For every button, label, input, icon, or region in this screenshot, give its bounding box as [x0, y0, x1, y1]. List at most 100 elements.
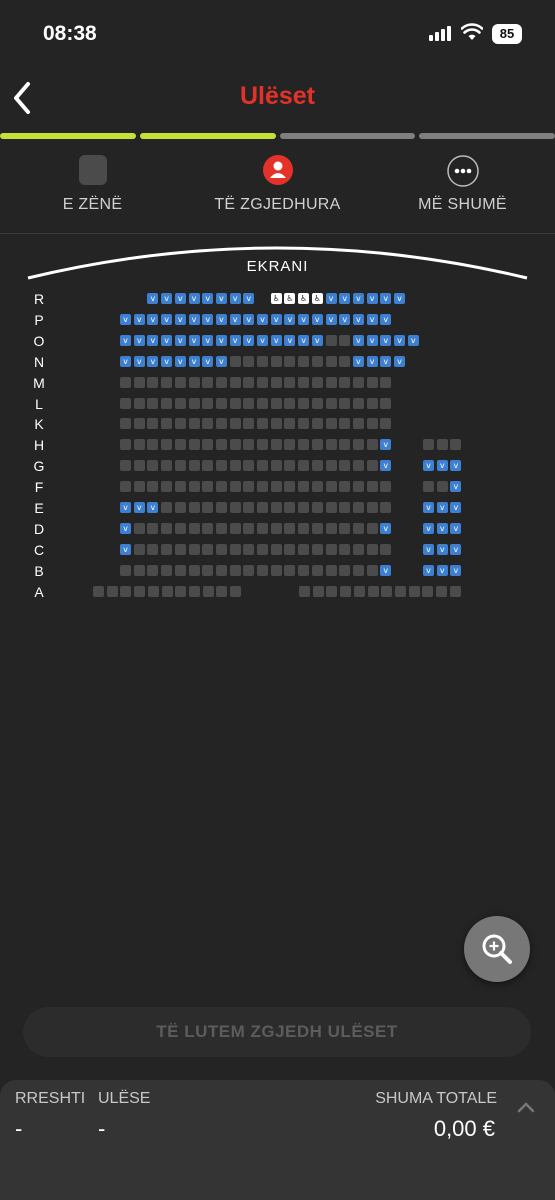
available-seat[interactable]: v — [161, 313, 173, 325]
available-seat[interactable]: v — [380, 293, 392, 304]
available-seat[interactable]: v — [229, 313, 241, 325]
available-seat[interactable]: v — [380, 355, 392, 367]
available-seat[interactable]: v — [436, 564, 448, 576]
available-seat[interactable]: v — [147, 293, 159, 304]
available-seat[interactable]: v — [407, 334, 419, 346]
available-seat[interactable]: v — [270, 334, 282, 346]
available-seat[interactable]: v — [298, 334, 310, 346]
available-seat[interactable]: v — [215, 293, 227, 304]
available-seat[interactable]: v — [423, 543, 434, 555]
available-seat[interactable]: v — [202, 313, 214, 325]
available-seat[interactable]: v — [339, 293, 351, 304]
available-seat[interactable]: v — [243, 313, 255, 325]
available-seat[interactable]: v — [188, 334, 200, 346]
available-seat[interactable]: v — [366, 313, 378, 325]
wheelchair-seat[interactable]: ♿ — [284, 293, 296, 304]
available-seat[interactable]: v — [133, 334, 145, 346]
available-seat[interactable]: v — [339, 313, 351, 325]
available-seat[interactable]: v — [352, 293, 364, 304]
available-seat[interactable]: v — [423, 522, 434, 534]
available-seat[interactable]: v — [311, 313, 323, 325]
available-seat[interactable]: v — [423, 502, 434, 513]
available-seat[interactable]: v — [380, 439, 392, 451]
available-seat[interactable]: v — [423, 460, 434, 472]
available-seat[interactable]: v — [257, 313, 268, 325]
available-seat[interactable]: v — [436, 522, 448, 534]
available-seat[interactable]: v — [450, 460, 462, 472]
available-seat[interactable]: v — [174, 293, 186, 304]
select-seats-button[interactable]: TË LUTEM ZGJEDH ULËSET — [23, 1007, 531, 1057]
available-seat[interactable]: v — [380, 522, 392, 534]
available-seat[interactable]: v — [147, 334, 159, 346]
available-seat[interactable]: v — [243, 334, 255, 346]
available-seat[interactable]: v — [284, 334, 296, 346]
available-seat[interactable]: v — [284, 313, 296, 325]
legend-more-label[interactable]: MË SHUMË — [370, 196, 555, 214]
available-seat[interactable]: v — [202, 334, 214, 346]
available-seat[interactable]: v — [366, 293, 378, 304]
available-seat[interactable]: v — [311, 334, 323, 346]
available-seat[interactable]: v — [450, 564, 462, 576]
available-seat[interactable]: v — [380, 564, 392, 576]
available-seat[interactable]: v — [450, 481, 462, 493]
available-seat[interactable]: v — [174, 355, 186, 367]
available-seat[interactable]: v — [423, 564, 434, 576]
available-seat[interactable]: v — [298, 313, 310, 325]
available-seat[interactable]: v — [436, 543, 448, 555]
available-seat[interactable]: v — [366, 355, 378, 367]
zoom-button[interactable] — [464, 916, 530, 982]
available-seat[interactable]: v — [188, 355, 200, 367]
available-seat[interactable]: v — [380, 334, 392, 346]
available-seat[interactable]: v — [120, 522, 131, 534]
available-seat[interactable]: v — [270, 313, 282, 325]
available-seat[interactable]: v — [450, 522, 462, 534]
available-seat[interactable]: v — [325, 293, 337, 304]
available-seat[interactable]: v — [147, 313, 159, 325]
available-seat[interactable]: v — [202, 293, 214, 304]
available-seat[interactable]: v — [229, 293, 241, 304]
available-seat[interactable]: v — [120, 543, 131, 555]
available-seat[interactable]: v — [161, 293, 173, 304]
available-seat[interactable]: v — [380, 313, 392, 325]
available-seat[interactable]: v — [229, 334, 241, 346]
available-seat[interactable]: v — [394, 355, 405, 367]
available-seat[interactable]: v — [120, 502, 131, 513]
available-seat[interactable]: v — [380, 460, 392, 472]
available-seat[interactable]: v — [352, 355, 364, 367]
wheelchair-seat[interactable]: ♿ — [298, 293, 310, 304]
available-seat[interactable]: v — [436, 460, 448, 472]
available-seat[interactable]: v — [161, 334, 173, 346]
available-seat[interactable]: v — [133, 502, 145, 513]
more-dots-icon[interactable] — [446, 155, 479, 187]
available-seat[interactable]: v — [120, 355, 131, 367]
available-seat[interactable]: v — [243, 293, 255, 304]
available-seat[interactable]: v — [450, 543, 462, 555]
available-seat[interactable]: v — [161, 355, 173, 367]
available-seat[interactable]: v — [215, 355, 227, 367]
available-seat[interactable]: v — [394, 293, 405, 304]
available-seat[interactable]: v — [436, 502, 448, 513]
wheelchair-seat[interactable]: ♿ — [270, 293, 282, 304]
chevron-up-icon[interactable] — [515, 1100, 537, 1114]
available-seat[interactable]: v — [394, 334, 405, 346]
available-seat[interactable]: v — [188, 293, 200, 304]
available-seat[interactable]: v — [147, 355, 159, 367]
available-seat[interactable]: v — [450, 502, 462, 513]
available-seat[interactable]: v — [352, 313, 364, 325]
available-seat[interactable]: v — [174, 313, 186, 325]
available-seat[interactable]: v — [325, 313, 337, 325]
available-seat[interactable]: v — [257, 334, 268, 346]
available-seat[interactable]: v — [215, 334, 227, 346]
available-seat[interactable]: v — [215, 313, 227, 325]
available-seat[interactable]: v — [120, 334, 131, 346]
wheelchair-seat[interactable]: ♿ — [311, 293, 323, 304]
available-seat[interactable]: v — [188, 313, 200, 325]
available-seat[interactable]: v — [120, 313, 131, 325]
available-seat[interactable]: v — [147, 502, 159, 513]
available-seat[interactable]: v — [202, 355, 214, 367]
available-seat[interactable]: v — [366, 334, 378, 346]
available-seat[interactable]: v — [133, 313, 145, 325]
available-seat[interactable]: v — [133, 355, 145, 367]
available-seat[interactable]: v — [174, 334, 186, 346]
available-seat[interactable]: v — [352, 334, 364, 346]
